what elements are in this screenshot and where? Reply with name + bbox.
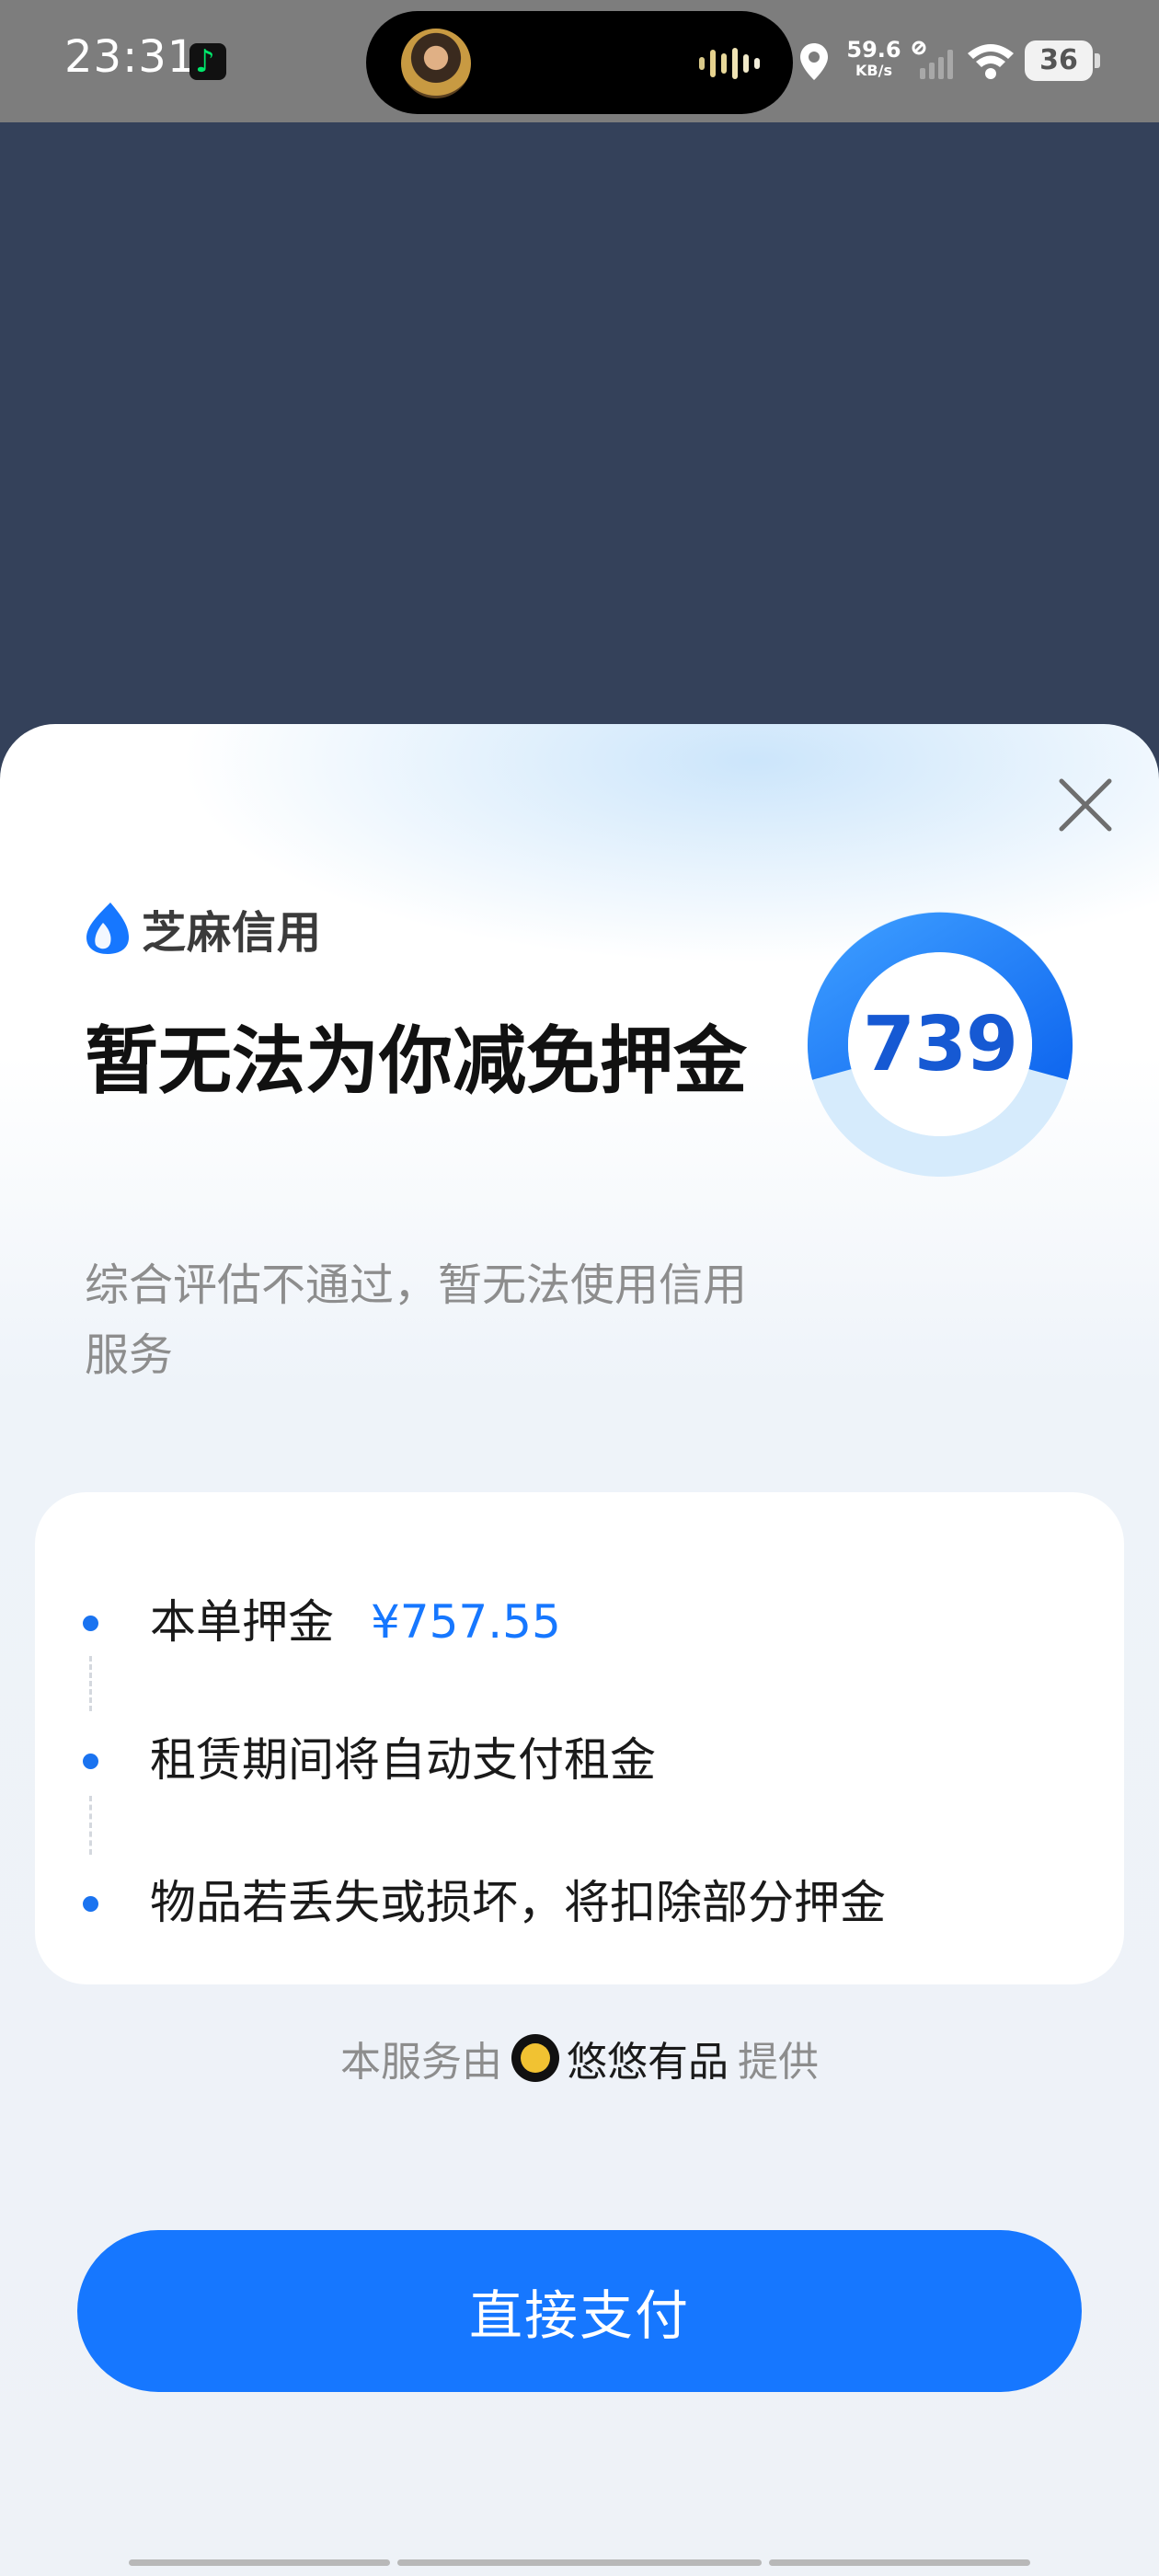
bullet-dot bbox=[83, 1754, 98, 1769]
brand-name: 芝麻信用 bbox=[142, 907, 323, 959]
now-playing-avatar bbox=[401, 29, 471, 98]
provider-suffix: 提供 bbox=[738, 2039, 819, 2086]
deposit-info-card: 本单押金 ¥757.55 租赁期间将自动支付租金 物品若丢失或损坏，将扣除部分押… bbox=[35, 1492, 1124, 1984]
network-speed-unit: KB/s bbox=[855, 62, 892, 79]
brand: 芝麻信用 bbox=[83, 899, 323, 959]
location-icon bbox=[800, 43, 828, 80]
status-time: 23:31 bbox=[64, 31, 197, 83]
status-bar: 23:31 59.6 KB/s 36 bbox=[0, 0, 1159, 122]
page-subtitle: 综合评估不通过，暂无法使用信用服务 bbox=[85, 1259, 748, 1381]
network-speed: 59.6 KB/s bbox=[846, 39, 901, 78]
divider bbox=[89, 1656, 92, 1711]
music-app-icon bbox=[189, 43, 226, 80]
dynamic-island[interactable] bbox=[366, 11, 793, 114]
gesture-bar bbox=[129, 2559, 390, 2566]
list-item: 物品若丢失或损坏，将扣除部分押金 bbox=[35, 1866, 1124, 1939]
provider-prefix: 本服务由 bbox=[340, 2039, 502, 2086]
provider-logo-icon bbox=[511, 2034, 559, 2082]
gesture-bar bbox=[397, 2559, 762, 2566]
list-item: 租赁期间将自动支付租金 bbox=[35, 1723, 1124, 1797]
audio-wave-icon bbox=[699, 48, 760, 79]
gesture-bar bbox=[769, 2559, 1030, 2566]
battery-icon: 36 bbox=[1025, 40, 1100, 81]
network-speed-value: 59.6 bbox=[846, 37, 901, 63]
deposit-sheet: 芝麻信用 暂无法为你减免押金 综合评估不通过，暂无法使用信用服务 739 本单押… bbox=[0, 724, 1159, 2576]
close-icon[interactable] bbox=[1050, 770, 1120, 840]
bullet-dot bbox=[83, 1616, 98, 1631]
pay-directly-button[interactable]: 直接支付 bbox=[77, 2230, 1082, 2392]
wifi-icon bbox=[968, 44, 1014, 79]
rent-autopay-text: 租赁期间将自动支付租金 bbox=[150, 1733, 656, 1787]
deposit-amount: ¥757.55 bbox=[371, 1595, 561, 1649]
credit-score: 739 bbox=[862, 1000, 1018, 1088]
provider-line: 本服务由 悠悠有品 提供 bbox=[0, 2026, 1159, 2090]
divider bbox=[89, 1796, 92, 1855]
zhima-logo-icon bbox=[86, 903, 129, 954]
signal-icon bbox=[912, 40, 953, 79]
provider-name: 悠悠有品 bbox=[567, 2039, 729, 2086]
page-title: 暂无法为你减免押金 bbox=[85, 1018, 747, 1104]
list-item: 本单押金 ¥757.55 bbox=[35, 1585, 1124, 1659]
deposit-label: 本单押金 bbox=[150, 1595, 334, 1649]
bullet-dot bbox=[83, 1896, 98, 1912]
damage-policy-text: 物品若丢失或损坏，将扣除部分押金 bbox=[150, 1876, 886, 1929]
